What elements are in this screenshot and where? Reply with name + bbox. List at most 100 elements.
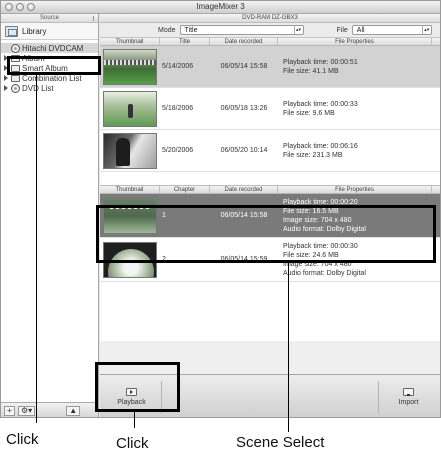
titles-list: 5/14/2006 06/05/14 15:58 Playback time: … — [100, 46, 440, 186]
sidebar-footer: + ⚙▾ ▲ — [1, 402, 98, 417]
playback-time: Playback time: 00:00:51 — [283, 58, 358, 66]
resize-grip-icon[interactable] — [93, 16, 94, 21]
file-size: File size: 16.5 MB — [283, 207, 339, 215]
properties-cell: Playback time: 00:00:51 File size: 41.1 … — [278, 58, 432, 76]
image-size: Image size: 704 x 480 — [283, 216, 352, 224]
mode-label: Mode — [158, 26, 176, 34]
title-thumbnail — [103, 132, 157, 169]
file-filter-value: All — [356, 26, 365, 34]
expand-arrow-icon — [4, 45, 8, 51]
table-row[interactable]: 5/14/2006 06/05/14 15:58 Playback time: … — [100, 46, 440, 88]
chapter-thumbnail — [103, 197, 157, 234]
playback-time: Playback time: 00:00:30 — [283, 242, 358, 250]
caption-click-source: Click — [6, 431, 39, 448]
file-size: File size: 231.3 MB — [283, 151, 343, 159]
library-label: Library — [22, 26, 47, 36]
properties-cell: Playback time: 00:00:33 File size: 9.6 M… — [278, 100, 432, 118]
import-label: Import — [398, 399, 419, 406]
file-size: File size: 24.6 MB — [283, 251, 339, 259]
tree-item-album[interactable]: Album — [1, 53, 98, 63]
tree-item-dvd-list[interactable]: DVD List — [1, 83, 98, 93]
column-header-date[interactable]: Date recorded — [210, 38, 278, 45]
titles-table-header: Thumbnail Title Date recorded File Prope… — [100, 38, 440, 46]
title-thumbnail — [103, 90, 157, 127]
file-filter-select[interactable]: All ▴▾ — [351, 25, 432, 35]
chapter-cell: 2 — [162, 256, 166, 263]
chapters-table-header: Thumbnail Chapter Date recorded File Pro… — [100, 186, 440, 194]
column-header-chapter[interactable]: Chapter — [160, 186, 210, 193]
file-size: File size: 9.6 MB — [283, 109, 335, 117]
date-cell: 06/05/14 15:58 — [220, 63, 268, 70]
tree-item-label: Hitachi DVDCAM — [22, 43, 84, 53]
chapter-cell: 1 — [162, 212, 166, 219]
playback-button[interactable]: Playback — [102, 381, 162, 413]
dvd-icon — [11, 83, 20, 93]
properties-cell: Playback time: 00:06:16 File size: 231.3… — [278, 142, 432, 160]
expand-arrow-icon[interactable] — [4, 65, 8, 71]
toolbar: Mode Title ▴▾ File All ▴▾ — [100, 23, 440, 38]
playback-label: Playback — [117, 399, 146, 406]
library-item[interactable]: Library — [1, 23, 98, 40]
expand-arrow-icon[interactable] — [4, 55, 8, 61]
device-name: DVD-RAM DZ-GBX3 — [100, 14, 440, 23]
gear-menu-button[interactable]: ⚙▾ — [18, 405, 36, 416]
smart-album-icon — [11, 64, 20, 72]
library-icon — [5, 25, 18, 37]
expand-arrow-icon[interactable] — [4, 75, 8, 81]
table-row[interactable]: 1 06/05/14 15:58 Playback time: 00:00:20… — [100, 194, 440, 238]
column-header-properties[interactable]: File Properties — [278, 186, 432, 193]
callout-line — [134, 411, 135, 428]
bottom-toolbar: Playback Import — [100, 374, 440, 417]
combination-list-icon — [11, 74, 20, 82]
table-row[interactable]: 5/20/2006 06/05/20 10:14 Playback time: … — [100, 130, 440, 172]
main-panel: DVD-RAM DZ-GBX3 Mode Title ▴▾ File All ▴… — [100, 14, 440, 417]
tree-item-label: Smart Album — [22, 63, 68, 73]
callout-line — [36, 74, 37, 423]
audio-format: Audio format: Dolby Digital — [283, 269, 366, 277]
expand-arrow-icon[interactable] — [4, 85, 8, 91]
date-cell: 06/05/14 15:59 — [220, 256, 268, 263]
tree-item-smart-album[interactable]: Smart Album — [1, 63, 98, 73]
chevron-down-icon: ▾ — [28, 405, 33, 415]
column-header-date[interactable]: Date recorded — [210, 186, 278, 193]
column-header-properties[interactable]: File Properties — [278, 38, 432, 45]
tree-item-label: Combination List — [22, 73, 82, 83]
playback-time: Playback time: 00:06:16 — [283, 142, 358, 150]
mode-value: Title — [184, 26, 198, 34]
table-row[interactable]: 5/18/2006 06/05/18 13:26 Playback time: … — [100, 88, 440, 130]
mode-select[interactable]: Title ▴▾ — [179, 25, 304, 35]
date-cell: 06/05/18 13:26 — [220, 105, 268, 112]
column-header-thumbnail[interactable]: Thumbnail — [100, 38, 160, 45]
properties-cell: Playback time: 00:00:20 File size: 16.5 … — [278, 198, 432, 234]
add-source-button[interactable]: + — [4, 405, 15, 416]
playback-time: Playback time: 00:00:33 — [283, 100, 358, 108]
date-cell: 06/05/20 10:14 — [220, 147, 268, 154]
tree-item-label: Album — [22, 53, 45, 63]
title-thumbnail — [103, 48, 157, 85]
file-size: File size: 41.1 MB — [283, 67, 339, 75]
audio-format: Audio format: Dolby Digital — [283, 225, 366, 233]
album-icon — [11, 54, 20, 62]
play-icon — [126, 388, 137, 396]
tree-item-hitachi-dvdcam[interactable]: Hitachi DVDCAM — [1, 43, 98, 53]
source-tree: Hitachi DVDCAM Album Smart Album Combina… — [1, 40, 98, 93]
properties-cell: Playback time: 00:00:30 File size: 24.6 … — [278, 242, 432, 278]
column-header-thumbnail[interactable]: Thumbnail — [100, 186, 160, 193]
tree-item-combination-list[interactable]: Combination List — [1, 73, 98, 83]
column-header-title[interactable]: Title — [160, 38, 210, 45]
source-header-label: Source — [39, 15, 59, 21]
import-icon — [403, 388, 414, 396]
caption-click-playback: Click — [116, 435, 149, 452]
chapter-thumbnail — [103, 241, 157, 278]
updown-arrows-icon: ▴▾ — [421, 26, 431, 34]
disc-icon — [11, 43, 20, 53]
table-row[interactable]: 2 06/05/14 15:59 Playback time: 00:00:30… — [100, 238, 440, 282]
date-cell: 06/05/14 15:58 — [220, 212, 268, 219]
source-sidebar: Source Library Hitachi DVDCAM Album Smar… — [1, 14, 99, 417]
import-button[interactable]: Import — [378, 381, 438, 413]
title-cell: 5/18/2006 — [162, 105, 194, 112]
tree-item-label: DVD List — [22, 83, 54, 93]
eject-button[interactable]: ▲ — [66, 405, 81, 416]
callout-line — [288, 262, 289, 432]
updown-arrows-icon: ▴▾ — [293, 26, 303, 34]
